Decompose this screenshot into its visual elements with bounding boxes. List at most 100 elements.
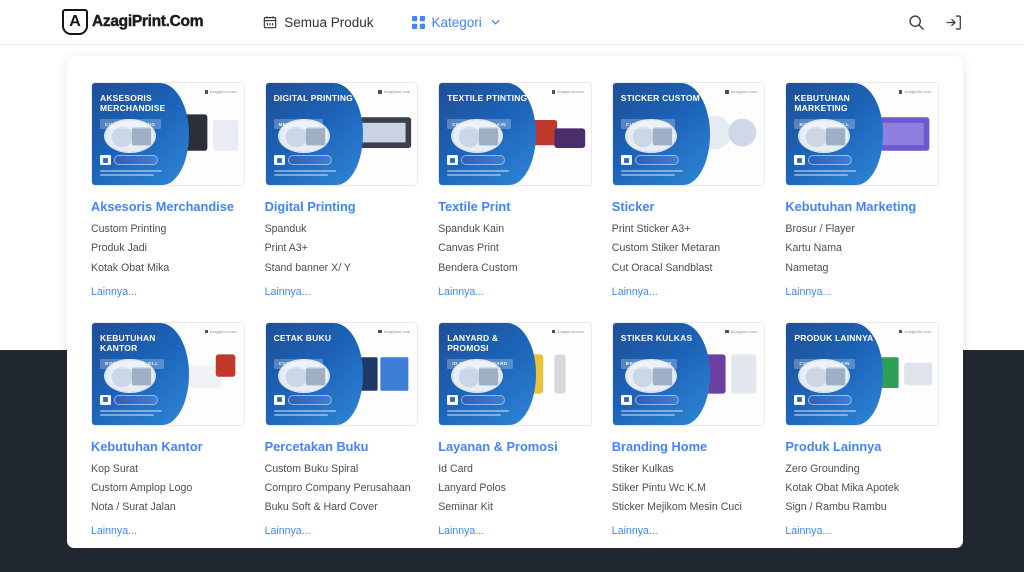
category-more-link[interactable]: Lainnya... xyxy=(612,525,658,537)
category-item[interactable]: Lanyard Polos xyxy=(438,483,592,494)
category-item[interactable]: Buku Soft & Hard Cover xyxy=(265,502,419,513)
watermark-text: Azagiprint.com xyxy=(731,90,758,94)
category-more-link[interactable]: Lainnya... xyxy=(265,286,311,298)
category-title[interactable]: Aksesoris Merchandise xyxy=(91,199,245,214)
category-item-list: Brosur / Flayer Kartu Nama Nametag xyxy=(785,224,939,273)
category-more-link[interactable]: Lainnya... xyxy=(265,525,311,537)
category-title[interactable]: Produk Lainnya xyxy=(785,439,939,454)
category-item[interactable]: Kartu Nama xyxy=(785,243,939,254)
shop-icon xyxy=(621,155,632,165)
shop-now-pill xyxy=(288,155,332,165)
category-card: STIKER KULKAS BRANDING HOME Azagiprint.c… xyxy=(602,322,776,540)
category-item-list: Custom Buku Spiral Compro Company Perusah… xyxy=(265,464,419,513)
shop-icon xyxy=(794,155,805,165)
shop-icon xyxy=(447,155,458,165)
category-item[interactable]: Compro Company Perusahaan xyxy=(265,483,419,494)
thumbnail-watermark: Azagiprint.com xyxy=(378,90,410,94)
category-item[interactable]: Stand banner X/ Y xyxy=(265,263,419,274)
category-item-list: Zero Grounding Kotak Obat Mika Apotek Sign… xyxy=(785,464,939,513)
thumbnail-shop-badge xyxy=(621,155,679,165)
thumbnail-watermark: Azagiprint.com xyxy=(205,330,237,334)
nav-item-kategori-label: Kategori xyxy=(432,15,482,30)
category-item[interactable]: Nota / Surat Jalan xyxy=(91,502,245,513)
category-item[interactable]: Id Card xyxy=(438,464,592,475)
category-title[interactable]: Textile Print xyxy=(438,199,592,214)
category-title[interactable]: Branding Home xyxy=(612,439,766,454)
category-item[interactable]: Stiker Pintu Wc K.M xyxy=(612,483,766,494)
category-more-link[interactable]: Lainnya... xyxy=(612,286,658,298)
category-item[interactable]: Zero Grounding xyxy=(785,464,939,475)
category-item[interactable]: Sign / Rambu Rambu xyxy=(785,502,939,513)
thumbnail-subtitle: ID CARD & LANYARD xyxy=(447,359,513,369)
category-title[interactable]: Kebutuhan Marketing xyxy=(785,199,939,214)
thumbnail-watermark: Azagiprint.com xyxy=(725,330,757,334)
category-thumbnail[interactable]: PRODUK LAINNYA CUSTOM DAN LAIN Azagiprin… xyxy=(785,322,939,426)
category-thumbnail[interactable]: KEBUTUHAN MARKETING BOSUR FLYER DLL Azag… xyxy=(785,82,939,186)
category-panel: AKSESORIS MERCHANDISE CUSTOM PRINTING Az… xyxy=(67,56,963,548)
category-title[interactable]: Kebutuhan Kantor xyxy=(91,439,245,454)
category-item[interactable]: Print A3+ xyxy=(265,243,419,254)
category-item[interactable]: Cut Oracal Sandblast xyxy=(612,263,766,274)
category-item[interactable]: Spanduk xyxy=(265,224,419,235)
category-item[interactable]: Print Sticker A3+ xyxy=(612,224,766,235)
category-thumbnail[interactable]: TEXTILE PTINTING CETAK BAHAN KAIN Azagip… xyxy=(438,82,592,186)
site-logo[interactable]: A AzagiPrint.Com xyxy=(62,9,203,35)
category-title[interactable]: Layanan & Promosi xyxy=(438,439,592,454)
thumbnail-shop-badge xyxy=(447,155,505,165)
thumbnail-caption-lines xyxy=(621,170,683,178)
category-title[interactable]: Percetakan Buku xyxy=(265,439,419,454)
search-icon[interactable] xyxy=(908,14,925,31)
category-item[interactable]: Seminar Kit xyxy=(438,502,592,513)
category-item[interactable]: Brosur / Flayer xyxy=(785,224,939,235)
thumbnail-subtitle: CUSTOM BUKU xyxy=(274,359,324,369)
thumbnail-subtitle: BRANDING HOME xyxy=(621,359,677,369)
category-more-link[interactable]: Lainnya... xyxy=(91,286,137,298)
thumbnail-caption-lines xyxy=(100,170,162,178)
thumbnail-caption-lines xyxy=(794,410,856,418)
category-item[interactable]: Produk Jadi xyxy=(91,243,245,254)
category-more-link[interactable]: Lainnya... xyxy=(785,286,831,298)
category-more-link[interactable]: Lainnya... xyxy=(785,525,831,537)
category-item[interactable]: Nametag xyxy=(785,263,939,274)
category-item[interactable]: Custom Amplop Logo xyxy=(91,483,245,494)
watermark-text: Azagiprint.com xyxy=(731,330,758,334)
category-more-link[interactable]: Lainnya... xyxy=(438,525,484,537)
category-thumbnail[interactable]: KEBUTUHAN KANTOR NOTA STAMPEL DLL Azagip… xyxy=(91,322,245,426)
nav-item-kategori[interactable]: Kategori xyxy=(412,15,500,30)
watermark-text: Azagiprint.com xyxy=(210,90,237,94)
thumbnail-title: STIKER KULKAS xyxy=(621,333,709,343)
category-title[interactable]: Digital Printing xyxy=(265,199,419,214)
category-thumbnail[interactable]: STICKER CUSTOM CUSTOM STIKER Azagiprint.… xyxy=(612,82,766,186)
chevron-down-icon xyxy=(491,17,500,27)
category-item-list: Print Sticker A3+ Custom Stiker Metaran Cu… xyxy=(612,224,766,273)
category-item[interactable]: Sticker Mejikom Mesin Cuci xyxy=(612,502,766,513)
thumbnail-shop-badge xyxy=(447,395,505,405)
category-item[interactable]: Spanduk Kain xyxy=(438,224,592,235)
thumbnail-caption-lines xyxy=(447,170,509,178)
category-card: AKSESORIS MERCHANDISE CUSTOM PRINTING Az… xyxy=(81,82,255,300)
thumbnail-watermark: Azagiprint.com xyxy=(725,90,757,94)
thumbnail-subtitle: CETAK BAHAN KAIN xyxy=(447,119,511,129)
category-item[interactable]: Canvas Print xyxy=(438,243,592,254)
category-item[interactable]: Stiker Kulkas xyxy=(612,464,766,475)
category-item[interactable]: Kotak Obat Mika Apotek xyxy=(785,483,939,494)
login-icon[interactable] xyxy=(945,14,962,31)
category-thumbnail[interactable]: LANYARD & PROMOSI ID CARD & LANYARD Azag… xyxy=(438,322,592,426)
category-thumbnail[interactable]: DIGITAL PRINTING MERCHANDISE Azagiprint.… xyxy=(265,82,419,186)
category-thumbnail[interactable]: STIKER KULKAS BRANDING HOME Azagiprint.c… xyxy=(612,322,766,426)
category-item-list: Kop Surat Custom Amplop Logo Nota / Surat … xyxy=(91,464,245,513)
category-thumbnail[interactable]: AKSESORIS MERCHANDISE CUSTOM PRINTING Az… xyxy=(91,82,245,186)
category-item[interactable]: Bendera Custom xyxy=(438,263,592,274)
thumbnail-caption-lines xyxy=(447,410,509,418)
category-item[interactable]: Kop Surat xyxy=(91,464,245,475)
category-item[interactable]: Custom Stiker Metaran xyxy=(612,243,766,254)
category-thumbnail[interactable]: CETAK BUKU CUSTOM BUKU Azagiprint.com xyxy=(265,322,419,426)
category-item[interactable]: Kotak Obat Mika xyxy=(91,263,245,274)
category-more-link[interactable]: Lainnya... xyxy=(91,525,137,537)
nav-item-semua-produk[interactable]: Semua Produk xyxy=(263,15,373,30)
category-item[interactable]: Custom Printing xyxy=(91,224,245,235)
category-more-link[interactable]: Lainnya... xyxy=(438,286,484,298)
category-item[interactable]: Custom Buku Spiral xyxy=(265,464,419,475)
watermark-text: Azagiprint.com xyxy=(904,330,931,334)
category-title[interactable]: Sticker xyxy=(612,199,766,214)
